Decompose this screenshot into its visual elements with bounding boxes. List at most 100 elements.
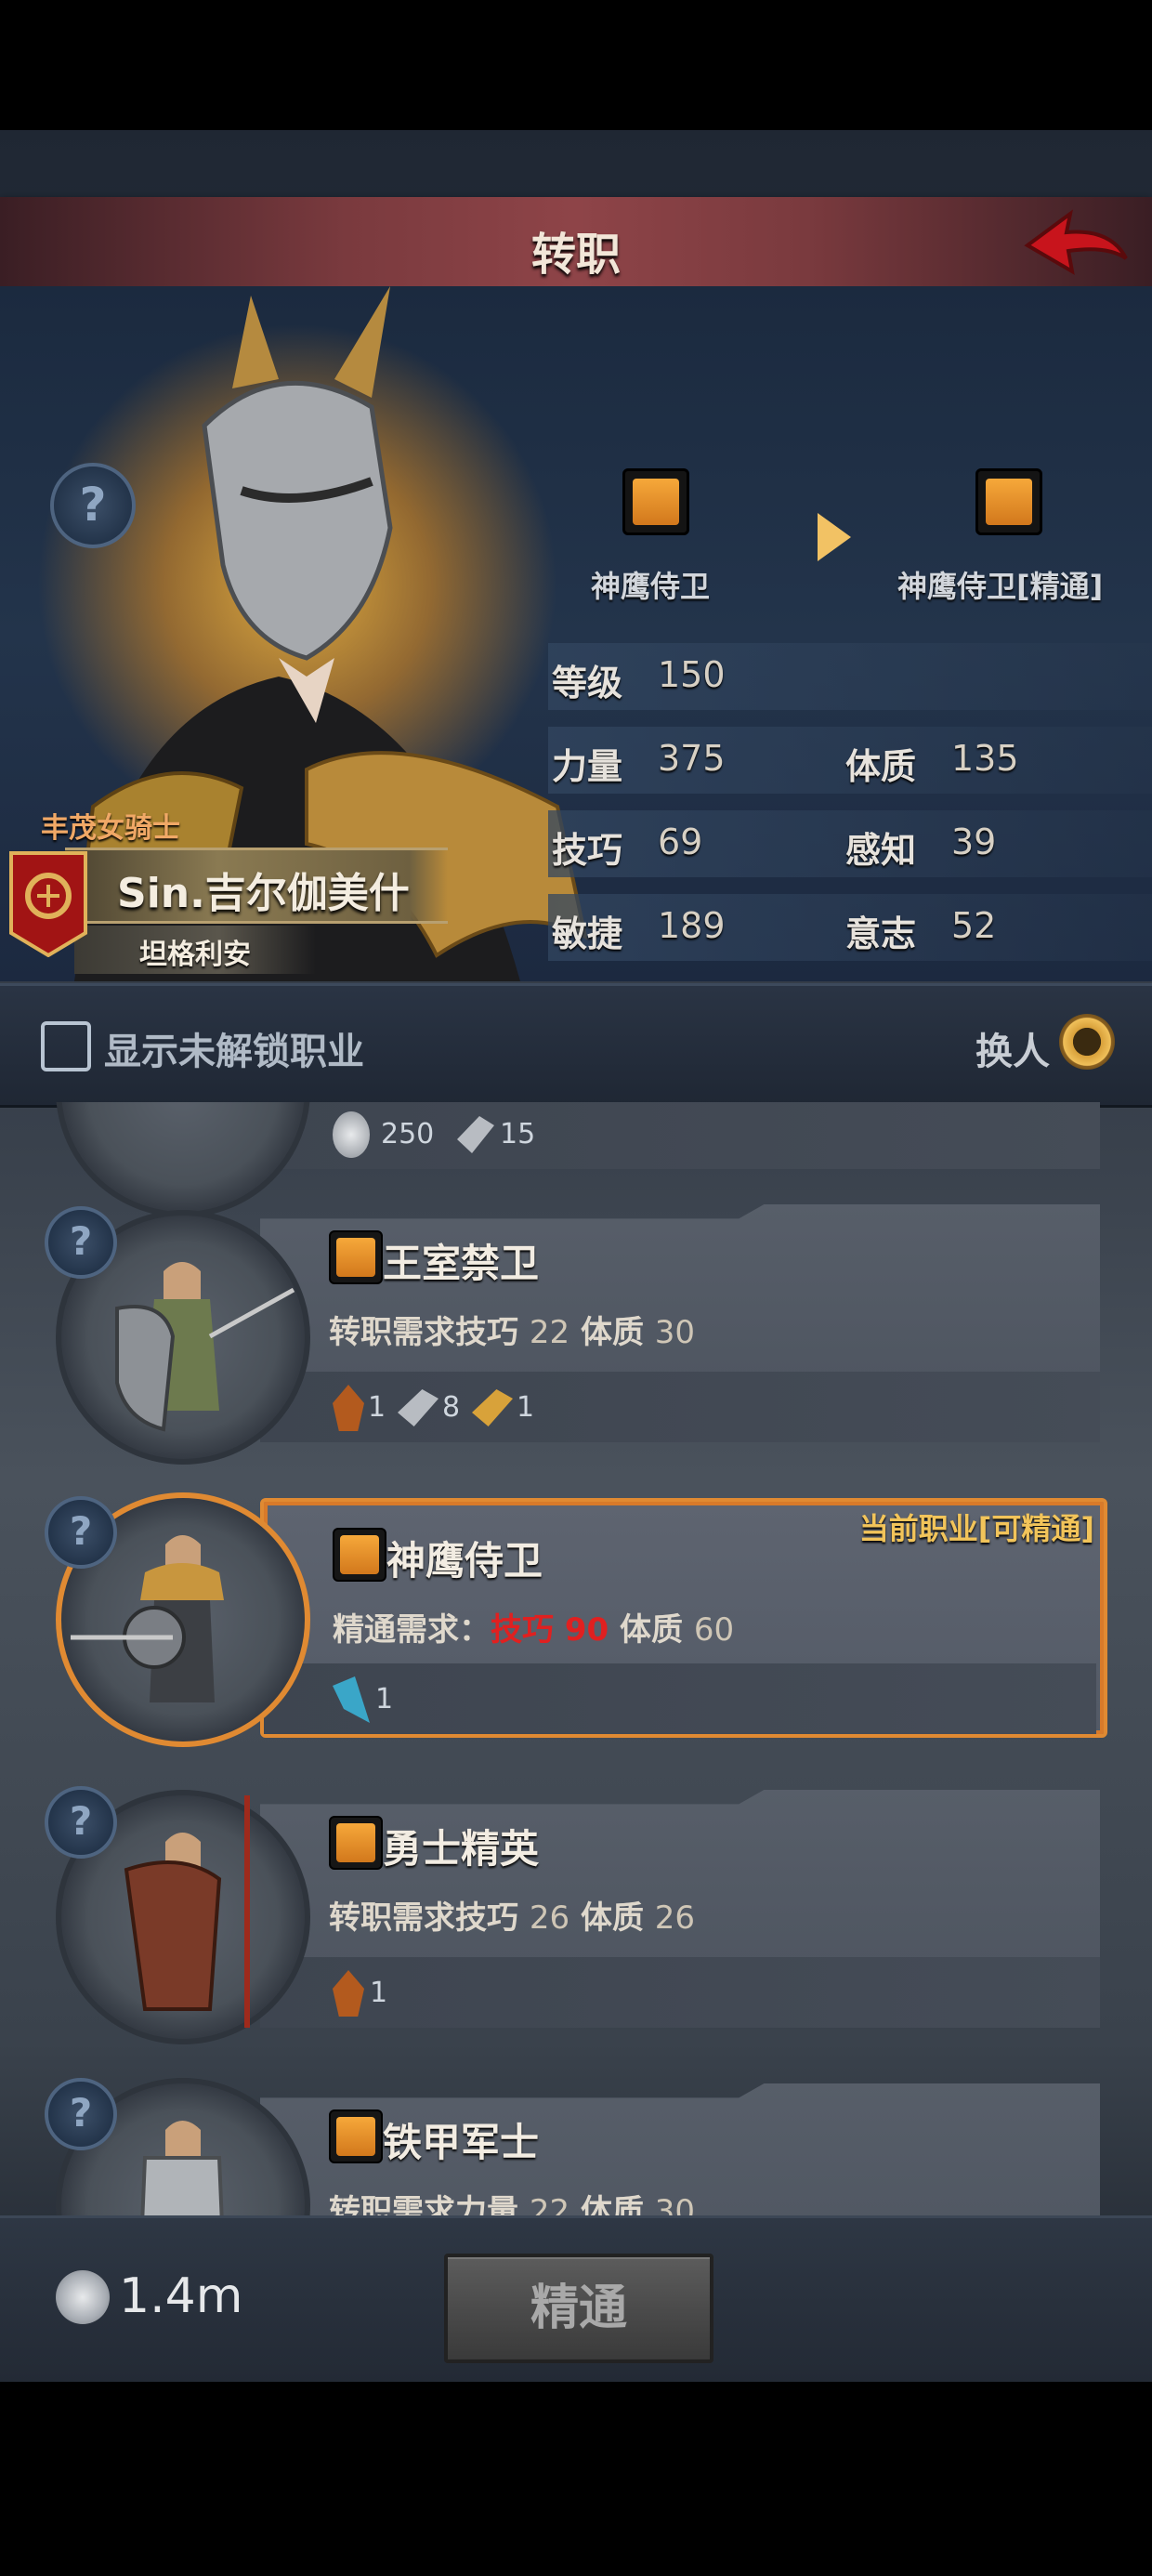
cost-ore: 15 (500, 1118, 536, 1150)
show-locked-label: 显示未解锁职业 (104, 1031, 364, 1073)
bottom-bar: 1.4m 精通 (0, 2215, 1152, 2382)
cost-value: 8 (442, 1391, 461, 1424)
stat-value: 39 (951, 821, 997, 862)
req-label: 技巧 (455, 1314, 518, 1351)
list-item-partial[interactable]: 250 15 (260, 1102, 1100, 1169)
character-name: Sin.吉尔伽美什 (117, 870, 410, 917)
cost-coins: 250 (381, 1118, 435, 1150)
req-value: 30 (654, 2193, 696, 2215)
help-button[interactable]: ? (45, 1496, 117, 1569)
stat-label: 等级 (552, 663, 623, 703)
ore-icon (457, 1116, 494, 1153)
list-item[interactable]: 王室禁卫 转职需求技巧 22 体质 30 1 8 1 (260, 1204, 1100, 1442)
current-class-name: 神鹰侍卫 (591, 569, 711, 604)
req-label: 技巧 (455, 1899, 518, 1937)
req-label: 体质 (580, 1314, 644, 1351)
back-arrow-icon (1024, 209, 1128, 275)
target-class-name: 神鹰侍卫[精通] (897, 569, 1104, 604)
ore-icon (398, 1389, 439, 1426)
cost-value: 1 (368, 1391, 386, 1424)
cost-row: 1 8 1 (260, 1372, 1100, 1442)
req-label-unmet: 技巧 (491, 1611, 554, 1649)
class-name: 王室禁卫 (383, 1241, 540, 1286)
current-class-tag: 当前职业[可精通] (858, 1511, 1094, 1546)
class-icon (329, 1230, 383, 1284)
class-name: 勇士精英 (383, 1826, 540, 1872)
cost-value: 1 (517, 1391, 535, 1424)
medal-icon (333, 1970, 364, 2017)
req-label: 体质 (620, 1611, 684, 1649)
list-item[interactable]: 勇士精英 转职需求技巧 26 体质 26 1 (260, 1790, 1100, 2028)
city-plate: 坦格利安 (74, 926, 316, 974)
cost-row: 1 (260, 1957, 1100, 2028)
page-title: 转职 (530, 229, 621, 281)
silver-coin-icon (56, 2270, 110, 2324)
stat-row-str: 力量 375 体质 135 (548, 727, 1152, 794)
current-class-icon (622, 468, 689, 535)
medal-icon (333, 1385, 364, 1431)
help-button[interactable]: ? (45, 1786, 117, 1859)
name-plate: Sin.吉尔伽美什 (65, 848, 448, 924)
target-class-icon (975, 468, 1042, 535)
class-name: 铁甲军士 (383, 2120, 540, 2165)
stat-label: 技巧 (552, 830, 623, 871)
help-button[interactable]: ? (45, 2078, 117, 2150)
req-prefix: 精通需求： (333, 1611, 491, 1649)
req-value: 60 (693, 1611, 735, 1649)
class-list[interactable]: 250 15 王室禁卫 转职需求技巧 22 体质 30 1 8 1 ? 当前职业… (0, 1102, 1152, 2215)
cost-value: 1 (375, 1683, 394, 1715)
stat-row-agi: 敏捷 189 意志 52 (548, 894, 1152, 961)
switch-character-icon[interactable] (1059, 1014, 1115, 1070)
crystal-icon (333, 1676, 370, 1723)
req-value-unmet: 90 (564, 1611, 609, 1649)
req-value: 30 (654, 1314, 696, 1351)
stat-value: 69 (658, 821, 703, 862)
list-item-current[interactable]: 当前职业[可精通] 神鹰侍卫 精通需求：技巧 90 体质 60 1 (260, 1498, 1107, 1738)
stat-row-dex: 技巧 69 感知 39 (548, 810, 1152, 877)
master-button[interactable]: 精通 (444, 2254, 713, 2363)
req-prefix: 转职需求 (329, 1899, 455, 1937)
stat-label: 力量 (552, 746, 623, 787)
requirement-line: 转职需求力量 22 体质 30 (329, 2186, 695, 2215)
req-value: 22 (529, 1314, 570, 1351)
back-button[interactable] (1022, 204, 1133, 283)
arrow-right-icon (818, 513, 851, 561)
title-bar: 转职 (0, 197, 1152, 289)
class-icon (333, 1528, 386, 1582)
class-icon (329, 1816, 383, 1870)
switch-character-button[interactable]: 换人 (975, 1021, 1050, 1075)
stat-row-level: 等级 150 (548, 643, 1152, 710)
stat-value: 189 (658, 905, 726, 946)
stat-label: 意志 (845, 913, 917, 954)
class-name: 神鹰侍卫 (386, 1538, 543, 1584)
help-button[interactable]: ? (50, 463, 136, 548)
class-icon (329, 2109, 383, 2163)
req-label: 体质 (580, 2193, 644, 2215)
stat-label: 敏捷 (552, 913, 623, 954)
requirement-line: 转职需求技巧 22 体质 30 (329, 1307, 695, 1352)
req-prefix: 转职需求 (329, 2193, 455, 2215)
stat-value: 135 (951, 738, 1019, 779)
stat-value: 150 (658, 654, 726, 695)
crest-icon (9, 851, 87, 957)
cost-row: 250 15 (260, 1102, 1100, 1169)
options-bar: 显示未解锁职业 换人 (0, 983, 1152, 1108)
req-value: 26 (654, 1899, 696, 1937)
money-amount: 1.4m (119, 2268, 243, 2324)
cost-row: 1 (264, 1663, 1096, 1734)
requirement-line: 精通需求：技巧 90 体质 60 (333, 1604, 734, 1649)
req-label: 力量 (455, 2193, 518, 2215)
requirement-line: 转职需求技巧 26 体质 26 (329, 1892, 695, 1938)
req-value: 26 (529, 1899, 570, 1937)
show-locked-checkbox[interactable] (41, 1021, 91, 1071)
req-label: 体质 (580, 1899, 644, 1937)
stat-label: 体质 (845, 746, 917, 787)
class-portrait-partial[interactable] (56, 1102, 310, 1217)
character-city: 坦格利安 (139, 939, 251, 971)
help-button[interactable]: ? (45, 1206, 117, 1279)
stat-value: 52 (951, 905, 997, 946)
list-item[interactable]: 铁甲军士 转职需求力量 22 体质 30 (260, 2083, 1100, 2215)
stat-label: 感知 (845, 830, 917, 871)
character-title: 丰茂女骑士 (41, 812, 180, 845)
coin-icon (333, 1111, 370, 1158)
